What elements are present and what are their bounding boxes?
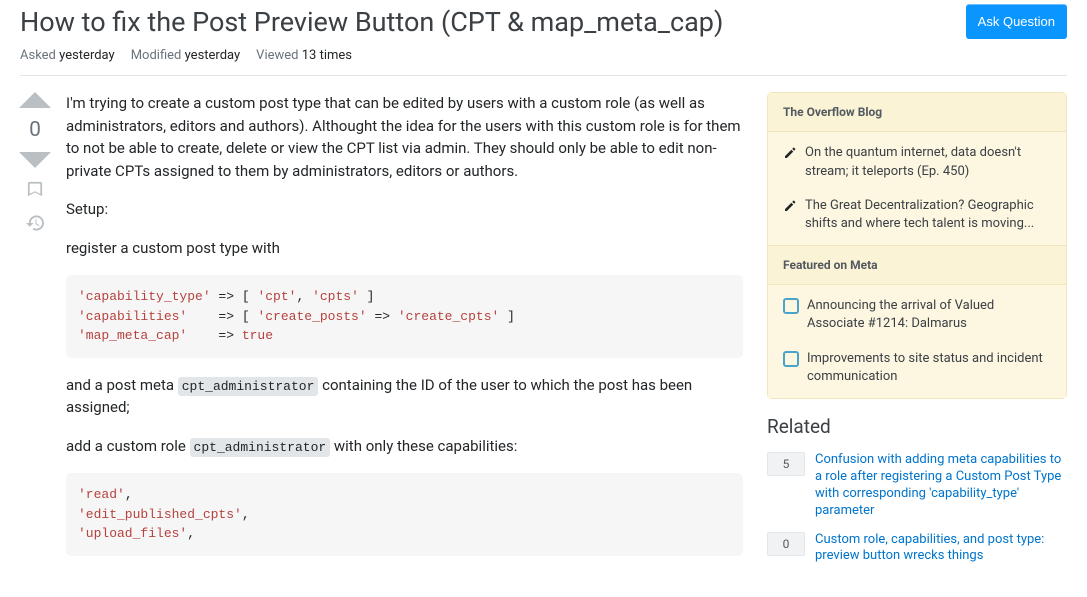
blog-item[interactable]: The Great Decentralization? Geographic s… bbox=[768, 189, 1066, 241]
upvote-button[interactable] bbox=[19, 92, 51, 108]
paragraph: and a post meta cpt_administrator contai… bbox=[66, 374, 743, 419]
blog-link[interactable]: The Great Decentralization? Geographic s… bbox=[805, 197, 1051, 233]
blog-item[interactable]: On the quantum internet, data doesn't st… bbox=[768, 136, 1066, 188]
related-link[interactable]: Confusion with adding meta capabilities … bbox=[815, 452, 1067, 520]
featured-meta-header: Featured on Meta bbox=[768, 245, 1066, 285]
meta-item[interactable]: Announcing the arrival of Valued Associa… bbox=[768, 289, 1066, 341]
downvote-button[interactable] bbox=[19, 152, 51, 168]
inline-code: cpt_administrator bbox=[178, 377, 319, 396]
related-link[interactable]: Custom role, capabilities, and post type… bbox=[815, 532, 1067, 566]
meta-item[interactable]: Improvements to site status and incident… bbox=[768, 342, 1066, 394]
inline-code: cpt_administrator bbox=[190, 438, 331, 457]
paragraph: register a custom post type with bbox=[66, 237, 743, 260]
related-section: Related 5 Confusion with adding meta cap… bbox=[767, 415, 1067, 565]
code-block: 'read', 'edit_published_cpts', 'upload_f… bbox=[66, 473, 743, 556]
asked-meta: Asked yesterday bbox=[20, 48, 115, 63]
meta-icon bbox=[783, 298, 799, 314]
post-body: I'm trying to create a custom post type … bbox=[66, 92, 743, 577]
related-item: 0 Custom role, capabilities, and post ty… bbox=[767, 532, 1067, 566]
blog-link[interactable]: On the quantum internet, data doesn't st… bbox=[805, 144, 1051, 180]
question-title: How to fix the Post Preview Button (CPT … bbox=[20, 4, 723, 40]
overflow-blog-header: The Overflow Blog bbox=[768, 93, 1066, 132]
related-score: 5 bbox=[767, 452, 805, 476]
ask-question-button[interactable]: Ask Question bbox=[966, 4, 1067, 39]
pencil-icon bbox=[783, 199, 797, 213]
vote-count: 0 bbox=[29, 118, 41, 142]
related-score: 0 bbox=[767, 532, 805, 556]
code-block: 'capability_type' => [ 'cpt', 'cpts' ] '… bbox=[66, 275, 743, 358]
timeline-button[interactable] bbox=[26, 214, 44, 236]
paragraph: Setup: bbox=[66, 198, 743, 221]
bookmark-button[interactable] bbox=[27, 180, 43, 202]
modified-meta: Modified yesterday bbox=[131, 48, 240, 63]
vote-cell: 0 bbox=[20, 92, 66, 577]
sidebar-bulletin: The Overflow Blog On the quantum interne… bbox=[767, 92, 1067, 399]
paragraph: I'm trying to create a custom post type … bbox=[66, 92, 743, 182]
paragraph: add a custom role cpt_administrator with… bbox=[66, 435, 743, 458]
meta-link[interactable]: Improvements to site status and incident… bbox=[807, 350, 1051, 386]
pencil-icon bbox=[783, 146, 797, 160]
related-header: Related bbox=[767, 415, 1067, 438]
meta-icon bbox=[783, 351, 799, 367]
meta-link[interactable]: Announcing the arrival of Valued Associa… bbox=[807, 297, 1051, 333]
viewed-meta: Viewed 13 times bbox=[256, 48, 352, 63]
question-meta: Asked yesterday Modified yesterday Viewe… bbox=[20, 40, 1067, 76]
related-item: 5 Confusion with adding meta capabilitie… bbox=[767, 452, 1067, 520]
